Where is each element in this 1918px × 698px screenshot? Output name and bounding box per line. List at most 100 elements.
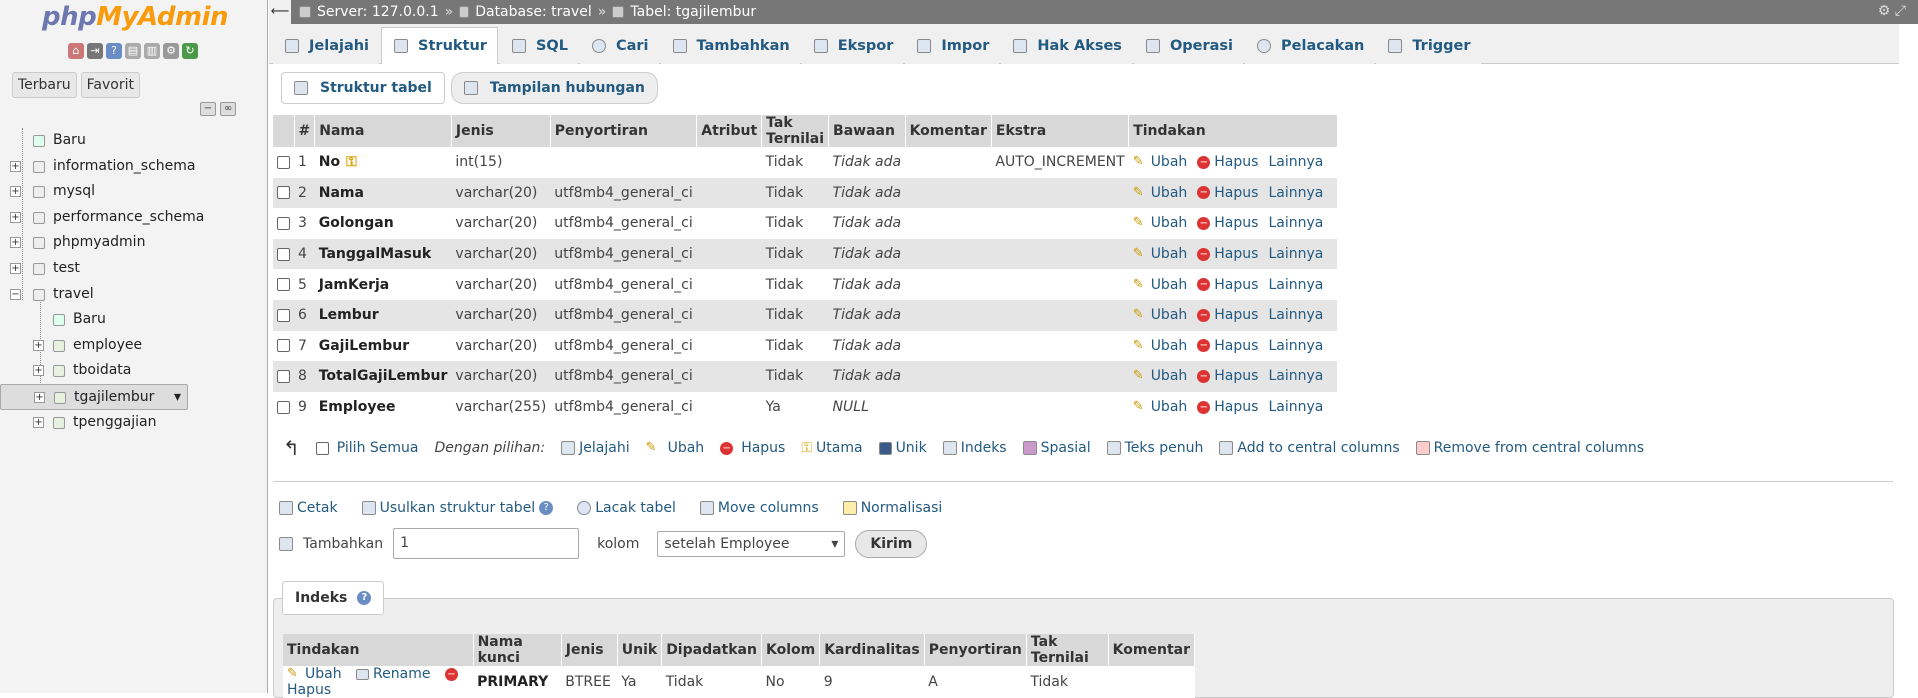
help-icon[interactable]: ? bbox=[106, 43, 122, 59]
expand-icon[interactable]: + bbox=[33, 416, 44, 428]
tab-sql[interactable]: SQL bbox=[499, 27, 578, 64]
edit-link[interactable]: ✎ Ubah bbox=[1133, 246, 1188, 262]
bulk-browse[interactable]: Jelajahi bbox=[561, 440, 630, 456]
column-header[interactable]: Komentar bbox=[905, 115, 992, 147]
drop-link[interactable]: − Hapus bbox=[1197, 338, 1258, 354]
expand-icon[interactable]: + bbox=[34, 391, 45, 403]
column-header[interactable]: Penyortiran bbox=[550, 115, 698, 147]
expand-icon[interactable]: + bbox=[33, 365, 44, 377]
tree-item-tboidata[interactable]: + tboidata bbox=[0, 358, 268, 384]
bulk-fulltext[interactable]: Teks penuh bbox=[1106, 440, 1203, 456]
expand-icon[interactable]: + bbox=[10, 160, 21, 172]
more-link[interactable]: Lainnya bbox=[1268, 215, 1323, 231]
bulk-edit[interactable]: ✎ Ubah bbox=[646, 440, 705, 456]
tree-item-new[interactable]: Baru bbox=[0, 128, 268, 154]
subtab-relation-view[interactable]: Tampilan hubungan bbox=[450, 72, 658, 104]
normalize-link[interactable]: Normalisasi bbox=[842, 500, 942, 516]
row-checkbox[interactable] bbox=[277, 308, 290, 322]
gear-icon[interactable]: ⚙ ⤢ bbox=[1878, 3, 1906, 19]
link-with-main-icon[interactable]: ∞ bbox=[220, 102, 236, 116]
track-table-link[interactable]: Lacak tabel bbox=[577, 500, 676, 516]
more-link[interactable]: Lainnya bbox=[1268, 338, 1323, 354]
more-link[interactable]: Lainnya bbox=[1268, 185, 1323, 201]
propose-structure-link[interactable]: Usulkan struktur tabel? bbox=[361, 500, 554, 516]
drop-link[interactable]: − Hapus bbox=[1197, 399, 1258, 415]
tree-item-employee[interactable]: + employee bbox=[0, 333, 268, 359]
move-columns-link[interactable]: Move columns bbox=[699, 500, 819, 516]
docs-icon[interactable]: ▤ bbox=[125, 43, 141, 59]
recent-tab[interactable]: Terbaru bbox=[12, 72, 77, 98]
edit-link[interactable]: ✎ Ubah bbox=[1133, 399, 1188, 415]
bulk-spatial[interactable]: Spasial bbox=[1022, 440, 1091, 456]
tab-struktur[interactable]: Struktur bbox=[381, 27, 498, 64]
expand-icon[interactable]: + bbox=[10, 211, 21, 223]
expand-icon[interactable]: + bbox=[33, 339, 44, 351]
breadcrumb-table[interactable]: Tabel: tgajilembur bbox=[630, 0, 756, 24]
submit-button[interactable]: Kirim bbox=[855, 529, 928, 558]
more-link[interactable]: Lainnya bbox=[1268, 307, 1323, 323]
home-icon[interactable]: ⌂ bbox=[68, 43, 84, 59]
logout-icon[interactable]: ⇥ bbox=[87, 43, 103, 59]
drop-link[interactable]: − Hapus bbox=[1197, 307, 1258, 323]
breadcrumb-server[interactable]: Server: 127.0.0.1 bbox=[317, 0, 439, 24]
column-position-select[interactable]: setelah Employee bbox=[657, 530, 846, 557]
drop-link[interactable]: − Hapus bbox=[1197, 215, 1258, 231]
row-checkbox[interactable] bbox=[277, 278, 290, 292]
drop-link[interactable]: − Hapus bbox=[1197, 246, 1258, 262]
collapse-all-icon[interactable]: − bbox=[200, 102, 216, 116]
index-edit-link[interactable]: ✎ Ubah bbox=[287, 666, 342, 682]
tab-pelacakan[interactable]: Pelacakan bbox=[1245, 27, 1375, 64]
bulk-index[interactable]: Indeks bbox=[942, 440, 1007, 456]
edit-link[interactable]: ✎ Ubah bbox=[1133, 307, 1188, 323]
column-count-input[interactable]: 1 bbox=[393, 528, 580, 559]
favorites-tab[interactable]: Favorit bbox=[80, 72, 140, 98]
collapse-icon[interactable]: − bbox=[10, 288, 21, 300]
tab-jelajahi[interactable]: Jelajahi bbox=[273, 27, 380, 64]
help-icon[interactable]: ? bbox=[357, 591, 372, 605]
more-link[interactable]: Lainnya bbox=[1268, 277, 1323, 293]
edit-link[interactable]: ✎ Ubah bbox=[1133, 185, 1188, 201]
tree-item-performance-schema[interactable]: + performance_schema bbox=[0, 205, 268, 231]
more-link[interactable]: Lainnya bbox=[1268, 154, 1323, 170]
row-checkbox[interactable] bbox=[277, 216, 290, 230]
subtab-table-structure[interactable]: Struktur tabel bbox=[281, 72, 445, 104]
phpmyadmin-logo[interactable]: phpMyAdmin bbox=[42, 2, 229, 32]
help-icon[interactable]: ? bbox=[539, 501, 554, 515]
expand-icon[interactable]: + bbox=[10, 237, 21, 249]
column-header[interactable]: Jenis bbox=[451, 115, 551, 147]
more-link[interactable]: Lainnya bbox=[1268, 246, 1323, 262]
column-header[interactable]: # bbox=[294, 115, 316, 147]
tree-item-travel[interactable]: − travel bbox=[0, 282, 268, 308]
row-checkbox[interactable] bbox=[277, 186, 290, 200]
drop-link[interactable]: − Hapus bbox=[1197, 154, 1258, 170]
expand-icon[interactable]: + bbox=[10, 186, 21, 198]
tree-item-mysql[interactable]: + mysql bbox=[0, 179, 268, 205]
bulk-primary[interactable]: ⚿ Utama bbox=[801, 440, 862, 456]
tab-trigger[interactable]: Trigger bbox=[1376, 27, 1481, 64]
tree-item-tgajilembur[interactable]: + tgajilembur bbox=[0, 383, 188, 410]
row-checkbox[interactable] bbox=[277, 400, 290, 414]
reload-icon[interactable]: ↻ bbox=[182, 43, 198, 59]
edit-link[interactable]: ✎ Ubah bbox=[1133, 338, 1188, 354]
tab-operasi[interactable]: Operasi bbox=[1133, 27, 1244, 64]
tree-item-phpmyadmin[interactable]: + phpmyadmin bbox=[0, 230, 268, 256]
column-header[interactable]: Bawaan bbox=[828, 115, 906, 147]
row-checkbox[interactable] bbox=[277, 339, 290, 353]
sql-docs-icon[interactable]: ▥ bbox=[144, 43, 160, 59]
column-header[interactable]: Atribut bbox=[696, 115, 763, 147]
row-checkbox[interactable] bbox=[277, 155, 290, 169]
breadcrumb-database[interactable]: Database: travel bbox=[475, 0, 592, 24]
tab-impor[interactable]: Impor bbox=[905, 27, 1000, 64]
tree-item-information-schema[interactable]: + information_schema bbox=[0, 154, 268, 180]
edit-link[interactable]: ✎ Ubah bbox=[1133, 215, 1188, 231]
index-rename-link[interactable]: Rename bbox=[356, 666, 430, 682]
tab-hak-akses[interactable]: Hak Akses bbox=[1001, 27, 1132, 64]
drop-link[interactable]: − Hapus bbox=[1197, 185, 1258, 201]
settings-icon[interactable]: ⚙ bbox=[163, 43, 179, 59]
edit-link[interactable]: ✎ Ubah bbox=[1133, 277, 1188, 293]
tab-ekspor[interactable]: Ekspor bbox=[801, 27, 904, 64]
drop-link[interactable]: − Hapus bbox=[1197, 368, 1258, 384]
tab-cari[interactable]: Cari bbox=[579, 27, 659, 64]
bulk-remove-central[interactable]: Remove from central columns bbox=[1415, 440, 1644, 456]
drop-link[interactable]: − Hapus bbox=[1197, 277, 1258, 293]
